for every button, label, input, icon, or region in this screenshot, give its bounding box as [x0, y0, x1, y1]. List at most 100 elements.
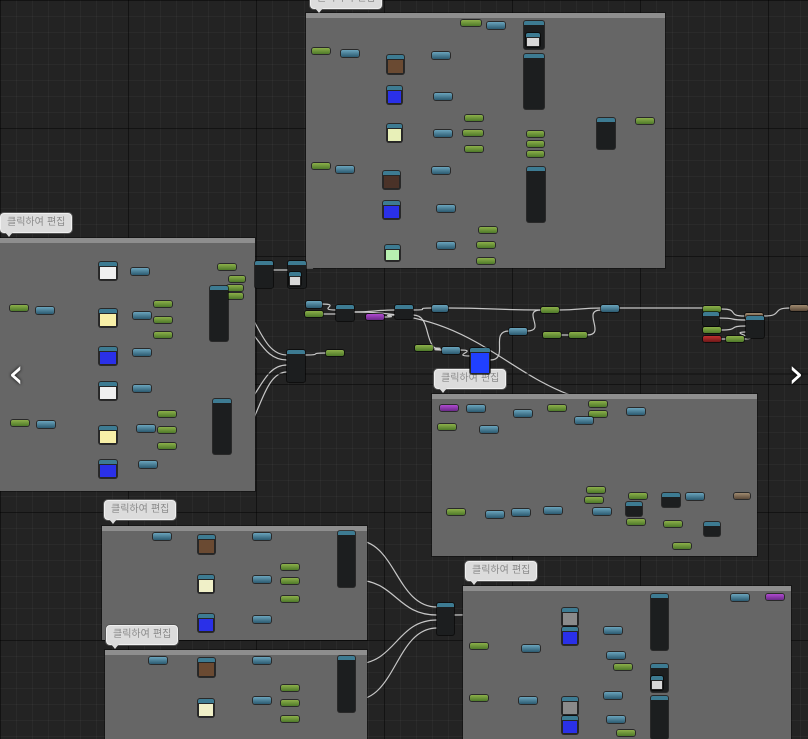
scalar-parameter-node[interactable] [305, 311, 323, 317]
multiply-node[interactable] [519, 697, 537, 704]
scalar-parameter-node[interactable] [627, 519, 645, 525]
scalar-parameter-node[interactable] [229, 276, 245, 282]
scalar-parameter-node[interactable] [154, 301, 172, 307]
scalar-parameter-node[interactable] [158, 411, 176, 417]
texture-sample-node[interactable] [562, 697, 578, 715]
comment-bubble[interactable]: 클릭하여 편집 [310, 0, 383, 13]
multiply-node[interactable] [607, 652, 625, 659]
scalar-parameter-node[interactable] [227, 285, 243, 291]
multiply-node[interactable] [509, 328, 527, 335]
scalar-parameter-node[interactable] [218, 264, 236, 270]
comment-box[interactable] [105, 650, 367, 739]
multiply-node[interactable] [627, 408, 645, 415]
blend-material-attributes-node[interactable] [287, 350, 305, 382]
multiply-node[interactable] [486, 511, 504, 518]
multiply-node[interactable] [133, 385, 151, 392]
comment-bubble[interactable]: 클릭하여 편집 [465, 561, 538, 585]
scalar-parameter-node[interactable] [465, 115, 483, 121]
multiply-node[interactable] [149, 657, 167, 664]
scalar-parameter-node[interactable] [281, 564, 299, 570]
scalar-parameter-node[interactable] [617, 730, 635, 736]
chevron-left-icon[interactable]: ‹ [4, 352, 28, 396]
add-node[interactable] [336, 305, 354, 321]
multiply-node[interactable] [514, 410, 532, 417]
material-graph-canvas[interactable]: 클릭하여 편집 클릭하여 편집 클릭하여 편집 클릭하여 편집 클릭하여 편집 … [0, 0, 808, 739]
scalar-parameter-node[interactable] [281, 685, 299, 691]
vector-parameter-node[interactable] [766, 594, 784, 600]
scalar-parameter-node[interactable] [312, 163, 330, 169]
multiply-node[interactable] [434, 130, 452, 137]
scalar-parameter-node[interactable] [541, 307, 559, 313]
multiply-node[interactable] [604, 692, 622, 699]
multiply-node[interactable] [133, 312, 151, 319]
texture-sample-node[interactable] [387, 55, 404, 74]
multiply-node[interactable] [512, 509, 530, 516]
scalar-parameter-node[interactable] [548, 405, 566, 411]
scalar-parameter-node[interactable] [281, 578, 299, 584]
output-node[interactable] [790, 305, 808, 311]
texture-sample-node[interactable] [383, 171, 400, 189]
scalar-parameter-node[interactable] [312, 48, 330, 54]
scalar-parameter-node[interactable] [154, 332, 172, 338]
texture-sample-node[interactable] [289, 272, 301, 286]
make-material-attributes-node[interactable] [597, 118, 615, 149]
scalar-parameter-node[interactable] [527, 141, 544, 147]
multiply-node[interactable] [607, 716, 625, 723]
texture-sample-node[interactable] [198, 535, 215, 554]
texture-sample-node[interactable] [198, 699, 214, 717]
multiply-node[interactable] [139, 461, 157, 468]
scalar-parameter-node[interactable] [11, 420, 29, 426]
output-node[interactable] [636, 118, 654, 124]
lerp-node[interactable] [210, 286, 228, 341]
blend-material-attributes-node[interactable] [437, 603, 454, 635]
scalar-parameter-node[interactable] [463, 130, 483, 136]
multiply-node[interactable] [601, 305, 619, 312]
texture-sample-node[interactable] [387, 124, 402, 142]
multiply-node[interactable] [153, 533, 171, 540]
lerp-node[interactable] [213, 399, 231, 454]
multiply-node[interactable] [432, 305, 448, 312]
comment-box[interactable] [463, 586, 791, 739]
texture-sample-node[interactable] [99, 262, 117, 280]
texture-sample-node[interactable] [651, 676, 663, 690]
scalar-parameter-node[interactable] [479, 227, 497, 233]
multiply-node[interactable] [544, 507, 562, 514]
multiply-node[interactable] [341, 50, 359, 57]
scalar-parameter-node[interactable] [726, 336, 744, 342]
multiply-node[interactable] [253, 697, 271, 704]
scalar-parameter-node[interactable] [543, 332, 561, 338]
chevron-right-icon[interactable]: › [784, 352, 808, 396]
multiply-node[interactable] [336, 166, 354, 173]
scalar-parameter-node[interactable] [589, 411, 607, 417]
comment-bubble[interactable]: 클릭하여 편집 [106, 625, 179, 649]
lerp-node[interactable] [527, 167, 545, 222]
multiply-node[interactable] [522, 645, 540, 652]
vector-parameter-node[interactable] [440, 405, 458, 411]
scalar-parameter-node[interactable] [664, 521, 682, 527]
scalar-parameter-node[interactable] [461, 20, 481, 26]
lerp-node[interactable] [662, 493, 680, 507]
multiply-node[interactable] [137, 425, 155, 432]
multiply-node[interactable] [131, 268, 149, 275]
scalar-parameter-node[interactable] [477, 242, 495, 248]
texture-sample-node[interactable] [562, 608, 578, 626]
texture-sample-node[interactable] [198, 614, 214, 632]
multiply-node[interactable] [36, 307, 54, 314]
multiply-node[interactable] [253, 616, 271, 623]
multiply-node[interactable] [731, 594, 749, 601]
scalar-parameter-node[interactable] [589, 401, 607, 407]
texture-sample-node[interactable] [99, 460, 117, 478]
scalar-parameter-node[interactable] [629, 493, 647, 499]
scalar-parameter-node[interactable] [470, 643, 488, 649]
multiply-node[interactable] [604, 627, 622, 634]
scalar-parameter-node[interactable] [527, 131, 544, 137]
scalar-parameter-node[interactable] [281, 716, 299, 722]
scalar-parameter-node[interactable] [703, 327, 721, 333]
multiply-node[interactable] [434, 93, 452, 100]
texture-sample-node[interactable] [99, 309, 117, 327]
lerp-node[interactable] [703, 312, 719, 326]
vector-parameter-node[interactable] [366, 314, 384, 320]
scalar-parameter-node[interactable] [438, 424, 456, 430]
texture-sample-node[interactable] [198, 575, 214, 593]
multiply-node[interactable] [686, 493, 704, 500]
